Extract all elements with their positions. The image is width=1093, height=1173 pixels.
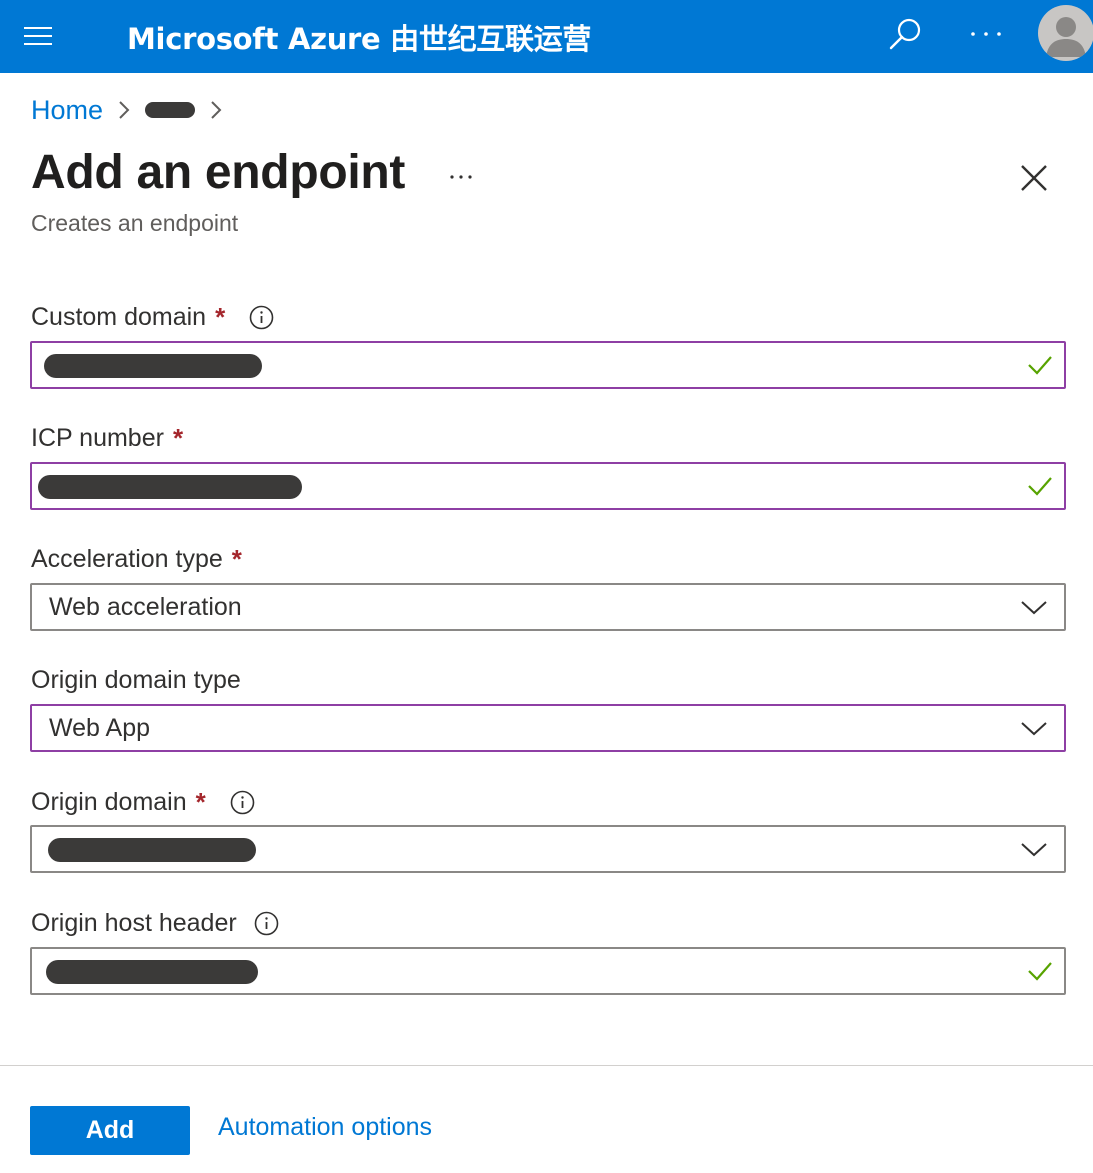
origin-domain-type-label-text: Origin domain type (31, 665, 241, 694)
chevron-down-icon (1021, 843, 1047, 857)
origin-domain-label: Origin domain * (31, 786, 255, 818)
custom-domain-label: Custom domain * (31, 301, 274, 333)
hamburger-menu-icon[interactable] (22, 22, 54, 50)
icp-number-label-text: ICP number (31, 423, 164, 452)
info-icon[interactable] (254, 911, 279, 936)
acceleration-type-label-text: Acceleration type (31, 544, 223, 573)
check-icon (1028, 356, 1052, 375)
acceleration-type-value: Web acceleration (49, 593, 242, 621)
search-icon[interactable] (888, 16, 924, 52)
custom-domain-label-text: Custom domain (31, 302, 207, 331)
chevron-down-icon (1021, 601, 1047, 615)
redacted-value (46, 960, 258, 984)
add-button[interactable]: Add (30, 1106, 190, 1155)
custom-domain-input[interactable] (30, 341, 1066, 389)
required-asterisk: * (215, 301, 226, 332)
footer-divider (0, 1065, 1093, 1066)
chevron-down-icon (1021, 722, 1047, 736)
origin-host-header-label: Origin host header (31, 907, 279, 939)
origin-host-header-input[interactable] (30, 947, 1066, 995)
automation-options-link[interactable]: Automation options (218, 1113, 432, 1142)
info-icon[interactable] (249, 305, 274, 330)
breadcrumb-redacted-item[interactable] (145, 102, 196, 118)
page-title: Add an endpoint (31, 146, 406, 199)
acceleration-type-dropdown[interactable]: Web acceleration (30, 583, 1066, 631)
required-asterisk: * (172, 422, 184, 453)
redacted-value (44, 354, 262, 378)
close-icon[interactable] (1016, 160, 1052, 196)
more-options-icon[interactable] (446, 160, 478, 192)
redacted-value (48, 838, 256, 862)
icp-number-label: ICP number * (31, 422, 183, 454)
required-asterisk: * (231, 543, 242, 574)
page-subtitle: Creates an endpoint (31, 210, 239, 236)
top-bar: Microsoft Azure 由世纪互联运营 (0, 0, 1093, 73)
breadcrumb-home-link[interactable]: Home (31, 95, 103, 126)
origin-domain-dropdown[interactable] (30, 825, 1066, 873)
origin-domain-type-label: Origin domain type (31, 664, 241, 696)
info-icon[interactable] (230, 790, 255, 815)
origin-domain-type-dropdown[interactable]: Web App (30, 704, 1066, 752)
origin-host-header-label-text: Origin host header (31, 908, 237, 937)
breadcrumb: Home (31, 92, 237, 128)
chevron-right-icon (211, 101, 222, 119)
acceleration-type-label: Acceleration type * (31, 543, 242, 575)
more-icon[interactable] (968, 22, 1004, 46)
redacted-value (38, 475, 302, 499)
avatar[interactable] (1038, 5, 1093, 61)
chevron-right-icon (119, 101, 130, 119)
required-asterisk: * (195, 786, 206, 817)
icp-number-input[interactable] (30, 462, 1066, 510)
check-icon (1028, 477, 1052, 496)
check-icon (1028, 962, 1052, 981)
origin-domain-label-text: Origin domain (31, 787, 187, 816)
portal-brand[interactable]: Microsoft Azure 由世纪互联运营 (127, 16, 591, 58)
origin-domain-type-value: Web App (49, 714, 151, 742)
